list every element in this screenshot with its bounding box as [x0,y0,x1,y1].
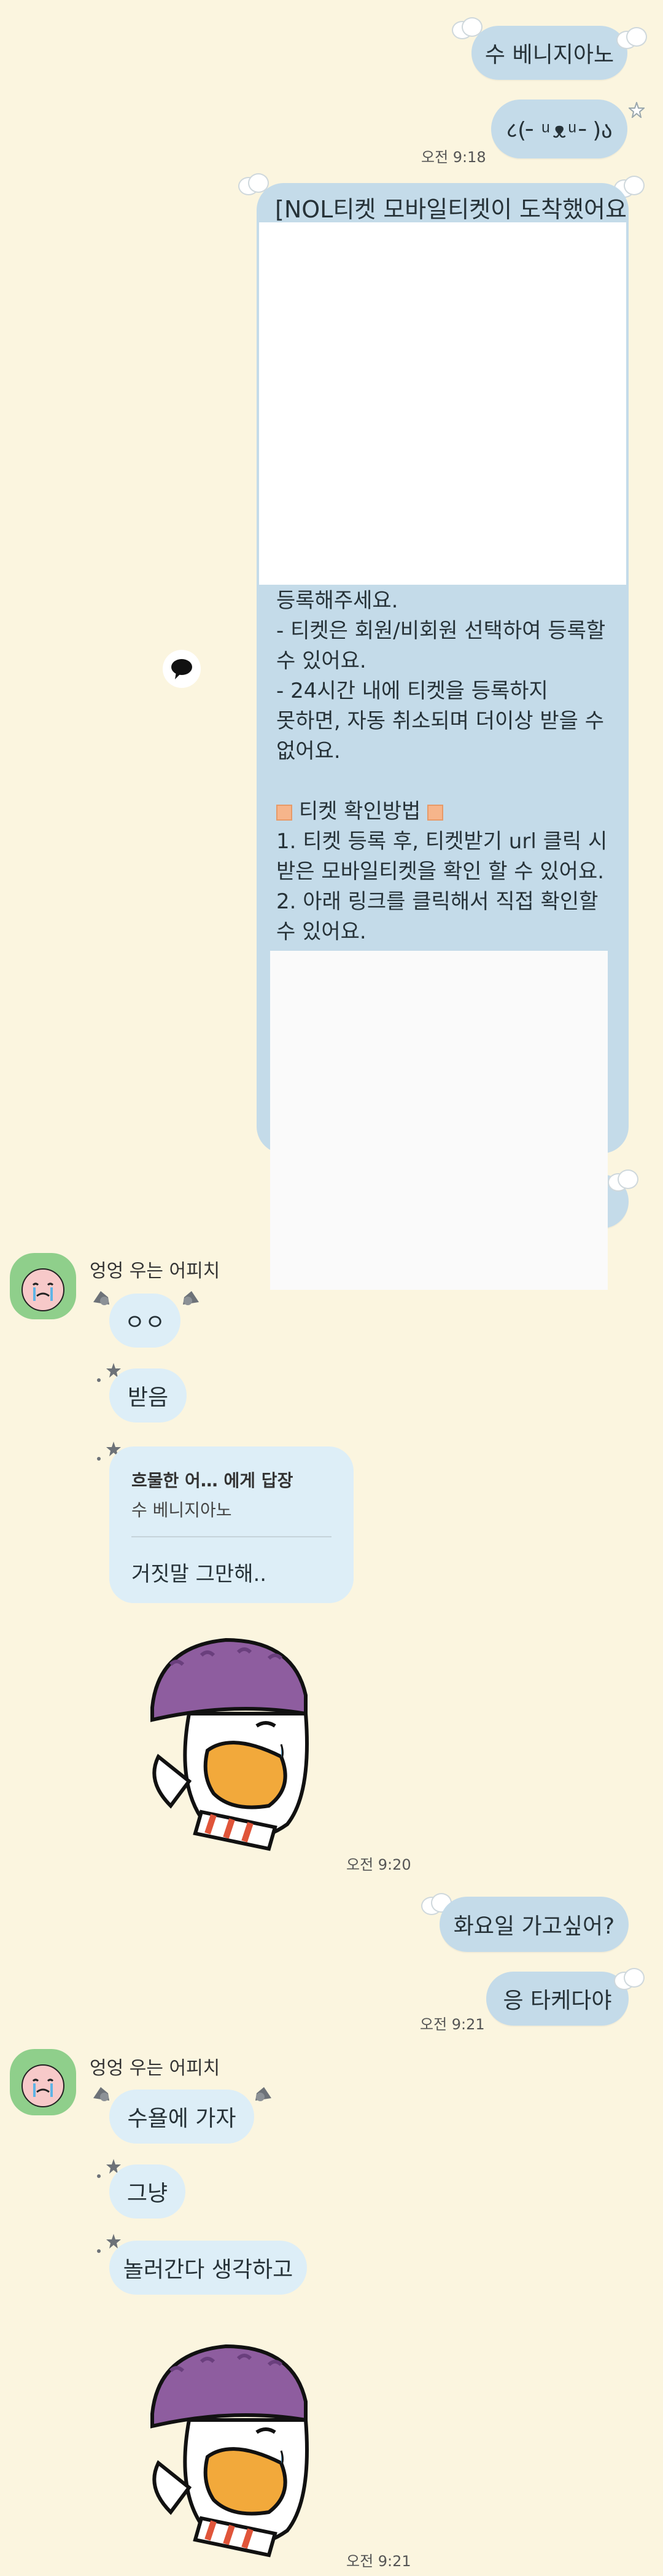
other-message-bubble[interactable]: 그냥 [109,2164,185,2219]
other-message-bubble[interactable]: 받음 [109,1368,187,1423]
crying-duck-sticker[interactable] [134,2328,330,2561]
orange-square-icon [276,804,292,821]
message-text: 놀러간다 생각하고 [123,2257,293,2282]
ticket-title: [NOL티켓 모바일티켓이 도착했어요] [275,196,629,223]
speech-bubble-icon[interactable] [163,650,201,688]
message-text: 화요일 가고싶어? [453,1914,615,1939]
apeach-face [21,1268,64,1311]
ticket-line: 못하면, 자동 취소되며 더이상 받을 수 [276,709,605,733]
apeach-avatar[interactable] [10,1253,76,1319]
crying-duck-sticker[interactable] [134,1622,330,1855]
apeach-face [21,2064,64,2107]
timestamp: 오전 9:21 [346,2553,411,2570]
ticket-line: 받은 모바일티켓을 확인 할 수 있어요. [276,859,605,884]
dot-decoration [97,2249,101,2253]
message-text: 받음 [127,1385,169,1410]
other-message-bubble[interactable]: ㅇㅇ [109,1294,180,1348]
timestamp: 오전 9:21 [420,2016,485,2033]
other-message-bubble[interactable]: 수욜에 가자 [109,2090,254,2144]
apeach-avatar[interactable] [10,2049,76,2115]
star-icon [629,102,645,118]
ticket-line: - 티켓은 회원/비회원 선택하여 등록할 [276,619,606,643]
my-message-bubble[interactable]: ८(╴ ͧ ᴥ ͧ ╴)ა [491,100,627,158]
my-message-bubble[interactable]: 수 베니지아노 [471,26,627,80]
message-text: 응 타케다야 [503,1988,612,2013]
message-text: ㅇㅇ [124,1310,166,1335]
dot-decoration [97,2174,101,2178]
reply-message-bubble[interactable]: 흐물한 어… 에게 답장 수 베니지아노 거짓말 그만해.. [109,1446,354,1603]
ticket-overlay-placeholder [270,951,608,1290]
ticket-line: - 24시간 내에 티켓을 등록하지 [276,679,548,703]
cloud-icon [614,1968,646,1990]
reply-quote[interactable]: 수 베니지아노 [131,1497,231,1521]
ticket-line: 수 있어요. [276,649,366,673]
message-text: ८(╴ ͧ ᴥ ͧ ╴)ა [506,117,613,143]
my-message-bubble[interactable]: 응 타케다야 [486,1972,629,2026]
reply-divider [131,1536,332,1537]
message-text: 그냥 [126,2181,168,2206]
ticket-section-heading: 티켓 확인방법 [276,797,620,827]
reply-text: 거짓말 그만해.. [131,1562,267,1587]
ticket-body: 등록해주세요. - 티켓은 회원/비회원 선택하여 등록할 수 있어요. - 2… [276,586,620,947]
message-text: 수 베니지아노 [484,42,615,68]
ticket-line: 등록해주세요. [276,588,398,613]
ticket-line: 수 있어요. [276,919,366,944]
timestamp: 오전 9:18 [421,149,486,166]
speech-bubble-glyph [171,659,192,679]
cloud-icon [452,17,484,39]
sender-name: 엉엉 우는 어피치 [90,1260,220,1282]
ticket-image-placeholder [259,222,626,585]
dot-decoration [97,1457,101,1461]
cloud-icon [616,27,648,49]
my-message-bubble[interactable]: 화요일 가고싶어? [440,1897,629,1952]
ticket-line: 1. 티켓 등록 후, 티켓받기 url 클릭 시 [276,829,608,854]
dot-decoration [97,1378,101,1382]
message-text: 수욜에 가자 [127,2106,236,2131]
ticket-line: 없어요. [276,739,341,763]
sender-name: 엉엉 우는 어피치 [90,2058,220,2079]
ticket-line: 2. 아래 링크를 클릭해서 직접 확인할 [276,889,599,914]
reply-header: 흐물한 어… 에게 답장 [131,1470,293,1491]
timestamp: 오전 9:20 [346,1856,411,1873]
other-message-bubble[interactable]: 놀러간다 생각하고 [109,2241,307,2295]
cloud-icon [608,1169,640,1192]
orange-square-icon [427,804,444,821]
